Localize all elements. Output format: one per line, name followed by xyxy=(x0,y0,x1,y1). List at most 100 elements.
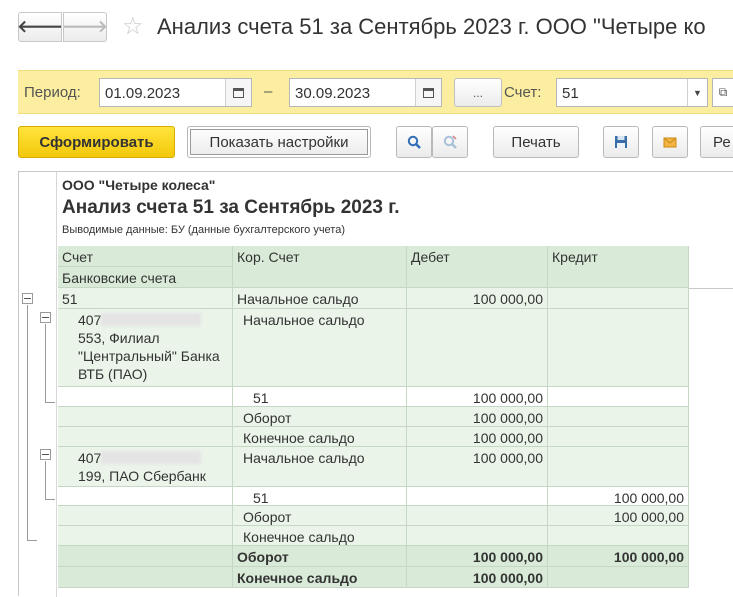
forward-button[interactable]: 🡒 xyxy=(62,12,108,42)
date-from-value: 01.09.2023 xyxy=(105,85,181,102)
account-dropdown-button[interactable]: ▼ xyxy=(687,79,707,106)
sber-account-prefix: 407 xyxy=(78,450,102,466)
account-open-button[interactable]: ⧉ xyxy=(712,78,733,107)
date-to-value: 30.09.2023 xyxy=(295,85,371,102)
vtb-account-prefix: 407 xyxy=(78,312,102,328)
row-total-turnover-debit: 100 000,00 xyxy=(407,546,548,567)
row-sber-turnover-credit: 100 000,00 xyxy=(548,506,689,526)
row-vtb-turnover: Оборот xyxy=(233,407,407,427)
envelope-icon xyxy=(663,137,677,148)
row-sber-opening: Начальное сальдо xyxy=(233,447,407,487)
date-to-input[interactable]: 30.09.2023 xyxy=(289,78,442,107)
row-bank-account-sber[interactable]: 407 199, ПАО Сбербанк xyxy=(58,447,233,487)
group-line-51 xyxy=(27,305,28,540)
open-window-icon: ⧉ xyxy=(718,85,728,99)
row-vtb-51-credit xyxy=(548,387,689,407)
calendar-icon xyxy=(423,87,434,98)
collapse-group-vtb[interactable] xyxy=(40,312,51,323)
row-vtb-opening: Начальное сальдо xyxy=(233,309,407,387)
collapse-group-51[interactable] xyxy=(22,293,33,304)
vtb-bank-name: 553, Филиал "Центральный" Банка ВТБ (ПАО… xyxy=(78,330,220,382)
row-sber-turnover: Оборот xyxy=(233,506,407,526)
period-dash: – xyxy=(264,83,273,100)
header-separator xyxy=(689,288,733,289)
row-bank-account-vtb[interactable]: 407 553, Филиал "Центральный" Банка ВТБ … xyxy=(58,309,233,387)
search-clear-icon xyxy=(443,135,457,149)
row-total-turnover-account xyxy=(58,546,233,567)
row-vtb-51-account xyxy=(58,387,233,407)
more-button[interactable]: Ре xyxy=(700,126,733,158)
calendar-icon xyxy=(233,87,244,98)
row-sber-51-credit: 100 000,00 xyxy=(548,487,689,506)
row-vtb-closing-account xyxy=(58,427,233,447)
row-vtb-51-corr: 51 xyxy=(233,387,407,407)
row-vtb-turnover-debit: 100 000,00 xyxy=(407,407,548,427)
row-sber-closing-debit xyxy=(407,526,548,546)
print-button[interactable]: Печать xyxy=(493,126,579,158)
chevron-down-icon: ▼ xyxy=(693,87,702,98)
masked-account-number xyxy=(101,451,202,464)
row-sber-closing-credit xyxy=(548,526,689,546)
header-debit: Дебет xyxy=(407,246,548,288)
row-vtb-opening-credit xyxy=(548,309,689,387)
group-line-51-end xyxy=(27,540,37,541)
arrow-right-icon: 🡒 xyxy=(62,17,108,36)
report-organization: ООО "Четыре колеса" xyxy=(62,177,216,193)
header-corr-account: Кор. Счет xyxy=(233,246,407,288)
group-line-sber-end xyxy=(45,499,55,500)
row-opening-credit xyxy=(548,288,689,309)
report-area: ООО "Четыре колеса" Анализ счета 51 за С… xyxy=(18,171,733,597)
row-sber-turnover-debit xyxy=(407,506,548,526)
row-sber-51-corr: 51 xyxy=(233,487,407,506)
row-vtb-closing-credit xyxy=(548,427,689,447)
period-label: Период: xyxy=(24,84,81,101)
window-title: Анализ счета 51 за Сентябрь 2023 г. ООО … xyxy=(157,14,706,39)
row-vtb-51-debit: 100 000,00 xyxy=(407,387,548,407)
search-button[interactable] xyxy=(396,126,432,158)
search-icon xyxy=(407,135,421,149)
row-total-closing-debit: 100 000,00 xyxy=(407,567,548,588)
search-reset-button[interactable] xyxy=(432,126,468,158)
generate-button[interactable]: Сформировать xyxy=(18,126,175,158)
row-sber-closing: Конечное сальдо xyxy=(233,526,407,546)
report-subtitle: Выводимые данные: БУ (данные бухгалтерск… xyxy=(62,224,345,236)
account-value: 51 xyxy=(562,85,579,102)
sber-bank-name: 199, ПАО Сбербанк xyxy=(78,468,206,484)
row-opening-debit: 100 000,00 xyxy=(407,288,548,309)
row-account-51[interactable]: 51 xyxy=(58,288,233,309)
row-vtb-turnover-credit xyxy=(548,407,689,427)
email-button[interactable] xyxy=(652,126,688,158)
row-sber-51-account xyxy=(58,487,233,506)
row-sber-51-debit xyxy=(407,487,548,506)
account-input[interactable]: 51 ▼ xyxy=(556,78,708,107)
header-bank-accounts: Банковские счета xyxy=(58,267,233,288)
row-total-turnover-credit: 100 000,00 xyxy=(548,546,689,567)
row-total-closing: Конечное сальдо xyxy=(233,567,407,588)
row-total-closing-account xyxy=(58,567,233,588)
grouping-column xyxy=(19,172,57,597)
date-from-calendar-button[interactable] xyxy=(225,79,251,106)
save-button[interactable] xyxy=(603,126,639,158)
header-account: Счет xyxy=(58,246,233,267)
title-bar: 🡐 🡒 ☆ Анализ счета 51 за Сентябрь 2023 г… xyxy=(0,0,733,58)
row-sber-opening-credit xyxy=(548,447,689,487)
date-from-input[interactable]: 01.09.2023 xyxy=(99,78,252,107)
row-vtb-closing: Конечное сальдо xyxy=(233,427,407,447)
favorite-star-icon[interactable]: ☆ xyxy=(122,12,144,42)
show-settings-button[interactable]: Показать настройки xyxy=(187,126,371,158)
back-button[interactable]: 🡐 xyxy=(17,12,63,42)
account-label: Счет: xyxy=(504,84,542,101)
group-line-vtb xyxy=(45,324,46,402)
save-icon xyxy=(615,136,627,148)
row-total-turnover: Оборот xyxy=(233,546,407,567)
group-line-vtb-end xyxy=(45,402,55,403)
parameters-bar: Период: 01.09.2023 – 30.09.2023 ... Счет… xyxy=(18,70,733,114)
date-to-calendar-button[interactable] xyxy=(415,79,441,106)
collapse-group-sber[interactable] xyxy=(40,449,51,460)
period-select-button[interactable]: ... xyxy=(454,78,502,107)
row-vtb-closing-debit: 100 000,00 xyxy=(407,427,548,447)
row-sber-opening-debit: 100 000,00 xyxy=(407,447,548,487)
header-credit: Кредит xyxy=(548,246,689,288)
report-title: Анализ счета 51 за Сентябрь 2023 г. xyxy=(62,197,400,218)
row-vtb-turnover-account xyxy=(58,407,233,427)
